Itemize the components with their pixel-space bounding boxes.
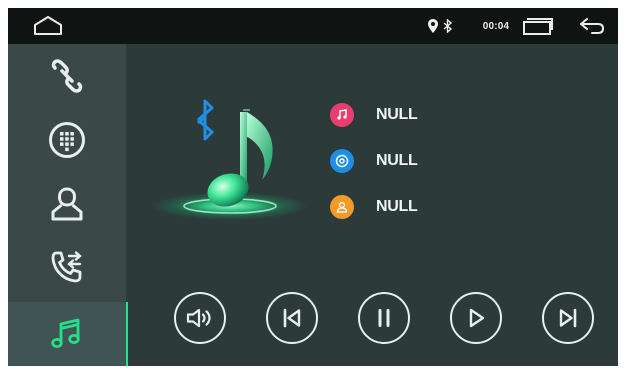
volume-button[interactable] [174, 292, 226, 344]
play-button[interactable] [450, 292, 502, 344]
previous-icon [283, 308, 301, 328]
track-title-row: NULL [330, 101, 418, 129]
contact-icon [51, 187, 83, 221]
sidebar-item-music[interactable] [8, 302, 128, 366]
recent-apps-icon [523, 18, 553, 35]
sidebar-item-contacts[interactable] [8, 172, 126, 236]
clock: 00:04 [482, 20, 510, 32]
bt-music-screen: 00:04 NULL NULL NULL [8, 8, 618, 366]
back-icon [580, 18, 605, 34]
back-button[interactable] [576, 14, 608, 38]
track-album: NULL [376, 152, 418, 169]
status-bar: 00:04 [8, 8, 618, 44]
link-icon [51, 59, 83, 93]
call-transfer-icon [51, 251, 82, 283]
sidebar-item-keypad[interactable] [8, 108, 126, 172]
home-button[interactable] [30, 12, 66, 40]
sidebar-item-call-log[interactable] [8, 236, 126, 300]
track-artist-row: NULL [330, 193, 418, 221]
track-album-row: NULL [330, 147, 418, 175]
next-icon [559, 308, 577, 328]
sidebar-item-link[interactable] [8, 44, 126, 108]
album-art [148, 92, 308, 232]
volume-icon [186, 308, 211, 328]
artist-person-icon [330, 195, 354, 219]
bluetooth-icon [197, 99, 214, 141]
track-artist: NULL [376, 198, 418, 215]
dialpad-icon [49, 122, 85, 158]
album-disc-icon [330, 149, 354, 173]
track-title: NULL [376, 106, 418, 123]
bluetooth-status-icon [442, 18, 454, 34]
play-icon [469, 308, 485, 328]
home-icon [34, 16, 62, 35]
music-note-icon [330, 103, 354, 127]
recent-apps-button[interactable] [520, 14, 556, 38]
now-playing-area: NULL NULL NULL [126, 44, 618, 366]
music-icon [51, 318, 80, 348]
pause-button[interactable] [358, 292, 410, 344]
pause-icon [378, 309, 390, 327]
location-icon [428, 18, 438, 34]
next-button[interactable] [542, 292, 594, 344]
previous-button[interactable] [266, 292, 318, 344]
sidebar [8, 44, 128, 366]
